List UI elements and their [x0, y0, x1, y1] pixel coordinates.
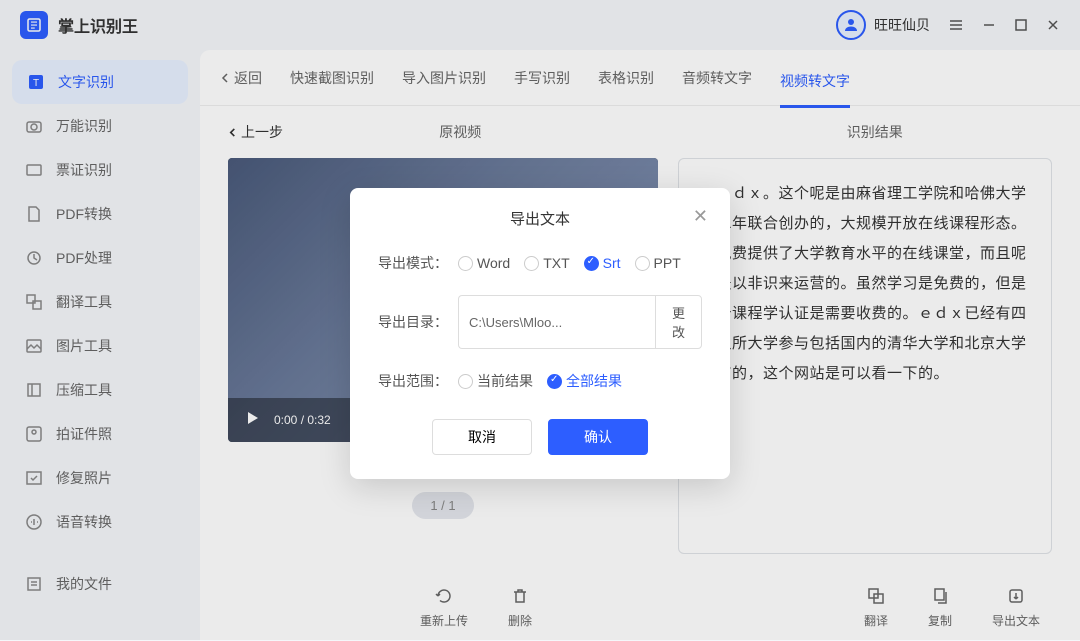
radio-srt[interactable]: Srt [584, 255, 621, 271]
modal-title: 导出文本 [378, 208, 702, 229]
cancel-button[interactable]: 取消 [432, 419, 532, 455]
range-label: 导出范围： [378, 371, 458, 391]
change-dir-button[interactable]: 更改 [655, 295, 702, 349]
radio-current-result[interactable]: 当前结果 [458, 371, 533, 391]
export-dialog: 导出文本 ✕ 导出模式： Word TXT Srt PPT 导出目录： 更改 导… [350, 188, 730, 479]
modal-backdrop: 导出文本 ✕ 导出模式： Word TXT Srt PPT 导出目录： 更改 导… [0, 0, 1080, 640]
modal-close-icon[interactable]: ✕ [693, 206, 708, 227]
confirm-button[interactable]: 确认 [548, 419, 648, 455]
mode-label: 导出模式： [378, 253, 458, 273]
radio-word[interactable]: Word [458, 255, 510, 271]
radio-ppt[interactable]: PPT [635, 255, 681, 271]
radio-txt[interactable]: TXT [524, 255, 569, 271]
radio-all-results[interactable]: 全部结果 [547, 371, 622, 391]
dir-label: 导出目录： [378, 312, 458, 332]
dir-input[interactable] [458, 295, 655, 349]
